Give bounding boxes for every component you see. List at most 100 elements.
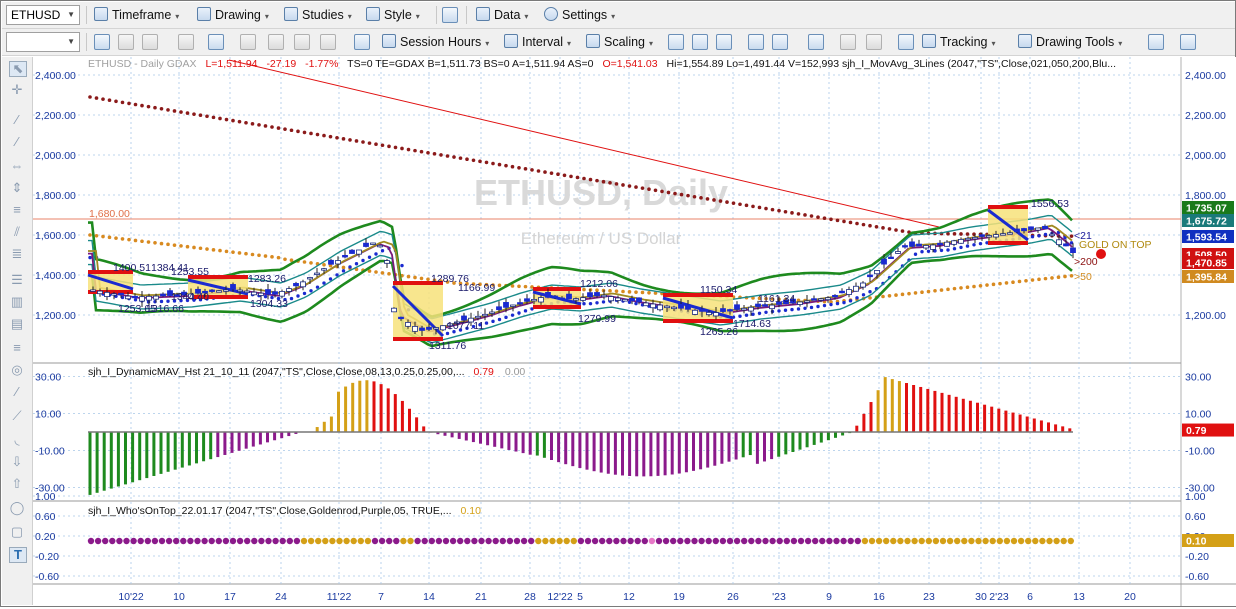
ma21-dot: [484, 321, 489, 325]
lines-icon[interactable]: ≣: [9, 247, 25, 261]
ma50-dot: [978, 283, 983, 288]
candle-body: [937, 242, 943, 246]
percent-icon[interactable]: [294, 34, 310, 50]
drawing-tools-button[interactable]: Drawing Tools ▾: [1018, 33, 1122, 51]
ma200-dot: [315, 132, 320, 137]
chart-area[interactable]: ETHUSD, Daily Ethereum / US Dollar 1,680…: [33, 57, 1236, 606]
rectangle-icon[interactable]: ▢: [9, 525, 25, 539]
price-tick-left: 1,600.00: [35, 230, 76, 242]
crosshair-icon[interactable]: ✛: [9, 83, 25, 97]
tracking-button[interactable]: Tracking ▾: [922, 33, 995, 51]
interval-button[interactable]: Interval ▾: [504, 33, 571, 51]
pointer-icon[interactable]: ⬉: [9, 61, 27, 77]
link-icon[interactable]: [178, 34, 194, 50]
session-hours-button[interactable]: Session Hours ▾: [382, 33, 489, 51]
pitchfork-icon[interactable]: ⫽: [9, 225, 25, 239]
whos-on-top-dot: [1017, 537, 1025, 545]
ma200-dot: [783, 209, 788, 214]
whos-on-top-dot: [1003, 537, 1011, 545]
ray-icon[interactable]: ⁄: [9, 135, 25, 149]
whos-on-top-dot: [989, 537, 996, 545]
candle-body: [139, 296, 145, 302]
candle-body: [958, 238, 964, 244]
chart-selector-combo[interactable]: ▼: [6, 32, 80, 52]
refresh-icon[interactable]: [94, 34, 110, 50]
ma21-dot: [523, 309, 528, 313]
ma50-dot: [426, 277, 430, 282]
ma50-dot: [627, 290, 632, 294]
fib-extension-icon[interactable]: ▤: [9, 317, 25, 331]
ma200-dot: [679, 192, 684, 197]
ohlc-icon[interactable]: [748, 34, 764, 50]
image-alt-icon[interactable]: [268, 34, 284, 50]
crosshair-grid-icon[interactable]: [898, 34, 914, 50]
ma50-dot: [1056, 275, 1061, 279]
text-tool-icon[interactable]: T: [9, 547, 27, 563]
vertical-arrows-icon[interactable]: ⇕: [9, 181, 25, 195]
ohlc-alt-icon[interactable]: [772, 34, 788, 50]
ma200-dot: [322, 133, 326, 138]
spiral-icon[interactable]: ◎: [9, 363, 25, 377]
pane2-study: sjh_I_DynamicMAV_Hst 21_10_11 (2047,"TS"…: [88, 366, 465, 378]
candle-body: [552, 295, 558, 299]
arc-icon[interactable]: ◟: [9, 433, 25, 447]
style-button[interactable]: Style ▾: [366, 6, 420, 24]
ma200-dot: [270, 125, 274, 129]
settings-button[interactable]: Settings ▾: [544, 6, 615, 24]
price-tag-label: 1,395.84: [1186, 272, 1227, 284]
gann-icon[interactable]: ≡: [9, 341, 25, 355]
reload-icon[interactable]: [118, 34, 134, 50]
toolbar-separator: [466, 6, 467, 24]
ma21-dot: [757, 311, 762, 315]
symbol-combo[interactable]: ETHUSD ▼: [6, 5, 80, 25]
trend-icon[interactable]: [1148, 34, 1164, 50]
ma200-dot: [575, 175, 580, 180]
speed-lines-icon[interactable]: ⁄: [9, 385, 25, 399]
candle-body: [566, 293, 572, 300]
ellipse-icon[interactable]: ◯: [9, 501, 25, 515]
arrow-down-icon[interactable]: ⇩: [9, 455, 25, 469]
candlestick-icon[interactable]: [692, 34, 708, 50]
palette-icon[interactable]: [1180, 34, 1196, 50]
ma200-label: >200: [1074, 256, 1098, 268]
whos-on-top-dot: [783, 537, 790, 545]
candlestick-alt-icon[interactable]: [716, 34, 732, 50]
grid-icon[interactable]: [354, 34, 370, 50]
arrow-up-icon[interactable]: ⇧: [9, 477, 25, 491]
fib-retracement-icon[interactable]: ☰: [9, 273, 25, 287]
cycle-icon[interactable]: ⟋: [9, 409, 25, 423]
ma21-dot: [959, 245, 963, 250]
gauge-icon[interactable]: [208, 34, 224, 50]
ma200-dot: [94, 96, 99, 100]
image-icon[interactable]: [240, 34, 256, 50]
ma50-dot: [341, 265, 346, 270]
timeframe-button[interactable]: Timeframe ▾: [94, 6, 179, 24]
ma50-dot: [205, 247, 209, 251]
fib-fan-icon[interactable]: ▥: [9, 295, 25, 309]
data-button[interactable]: Data ▾: [476, 6, 528, 24]
trendline-icon[interactable]: ⁄: [9, 113, 25, 127]
channel-icon[interactable]: ≡: [9, 203, 25, 217]
blank-icon[interactable]: [142, 34, 158, 50]
candle-body: [475, 315, 481, 319]
studies-button[interactable]: Studies ▾: [284, 6, 352, 24]
layout-icon[interactable]: [442, 7, 458, 23]
candle-body: [412, 326, 418, 332]
ma200-dot: [816, 215, 820, 219]
gold-on-top-label: GOLD ON TOP: [1079, 239, 1152, 251]
candle-body: [930, 244, 936, 250]
zoom-out-icon[interactable]: [866, 34, 882, 50]
candle-body: [923, 245, 929, 249]
percent-alt-icon[interactable]: [320, 34, 336, 50]
ma200-dot: [582, 176, 586, 181]
horizontal-arrows-icon[interactable]: ⇔: [9, 159, 25, 173]
zoom-in-icon[interactable]: [840, 34, 856, 50]
bar-chart-icon[interactable]: [668, 34, 684, 50]
candle-body: [293, 283, 299, 287]
scaling-button[interactable]: Scaling ▾: [586, 33, 653, 51]
chart-type-icon[interactable]: [808, 34, 824, 50]
drawing-button[interactable]: Drawing ▾: [197, 6, 269, 24]
ma50-dot: [1011, 280, 1015, 284]
whos-on-top-dot: [499, 537, 506, 545]
ma200-dot: [894, 228, 898, 232]
